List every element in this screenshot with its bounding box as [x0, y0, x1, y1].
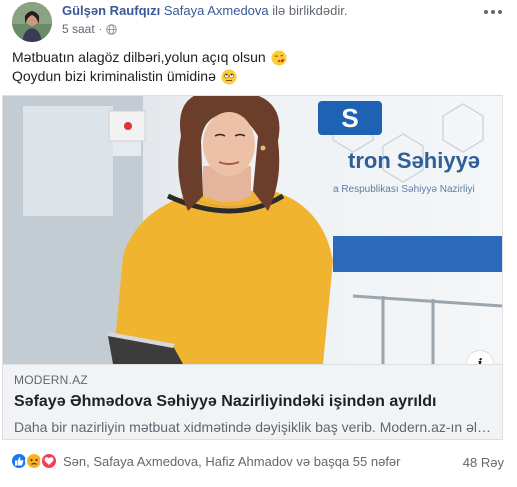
kissing-heart-emoji [271, 50, 287, 65]
link-preview-card[interactable]: S tron Səhiyyə a Respublikası Səhiyyə Na… [2, 95, 503, 440]
with-suffix-text: ilə birlikdədir. [272, 3, 348, 18]
link-domain: MODERN.AZ [14, 373, 88, 387]
post-line-1: Mətbuatın alagöz dilbəri,yolun açıq olsu… [12, 48, 287, 67]
separator-dot: · [98, 23, 103, 35]
link-preview-meta: MODERN.AZ Səfayə Əhmədova Səhiyyə Nazirl… [3, 364, 502, 439]
post-timestamp[interactable]: 5 saat [62, 22, 95, 36]
link-preview-image[interactable]: S tron Səhiyyə a Respublikası Səhiyyə Na… [3, 96, 502, 364]
link-title[interactable]: Səfayə Əhmədova Səhiyyə Nazirliyindəki i… [14, 393, 491, 411]
post-message: Mətbuatın alagöz dilbəri,yolun açıq olsu… [12, 48, 287, 86]
love-icon [40, 452, 58, 470]
reaction-names: Sən, Safaya Axmedova, Hafiz Ahmadov və b… [63, 453, 401, 469]
post-line-1-text: Mətbuatın alagöz dilbəri,yolun açıq olsu… [12, 49, 266, 65]
svg-text:S: S [341, 103, 358, 133]
post-line-2: Qoydun bizi kriminalistin ümidinə [12, 67, 287, 86]
tagged-person-link[interactable]: Safaya Axmedova [164, 3, 269, 18]
facebook-post: Gülşən Raufqızı Safaya Axmedova ilə birl… [0, 0, 517, 487]
reactions-summary[interactable]: Sən, Safaya Axmedova, Hafiz Ahmadov və b… [10, 452, 401, 470]
comments-count-link[interactable]: 48 Rəy [463, 455, 504, 470]
article-photo: S tron Səhiyyə a Respublikası Səhiyyə Na… [3, 96, 502, 364]
author-name-link[interactable]: Gülşən Raufqızı [62, 3, 160, 18]
author-line: Gülşən Raufqızı Safaya Axmedova ilə birl… [62, 3, 347, 18]
avatar-photo [12, 2, 52, 42]
globe-icon[interactable] [106, 23, 117, 35]
rolling-eyes-emoji [221, 69, 237, 84]
author-avatar[interactable] [12, 2, 52, 42]
post-meta: 5 saat · [62, 22, 117, 36]
post-line-2-text: Qoydun bizi kriminalistin ümidinə [12, 68, 216, 84]
link-description: Daha bir nazirliyin mətbuat xidmətində d… [14, 419, 491, 435]
more-options-icon[interactable] [481, 2, 505, 22]
sign-subtitle: a Respublikası Səhiyyə Nazirliyi [333, 184, 475, 195]
sign-title: tron Səhiyyə [348, 148, 480, 173]
